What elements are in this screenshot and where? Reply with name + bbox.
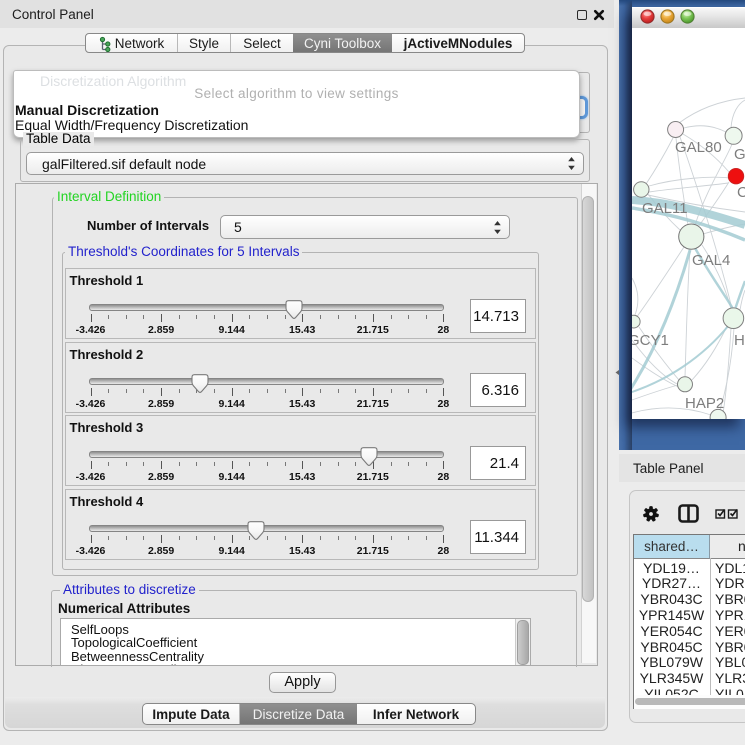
svg-text:C: C	[737, 184, 745, 201]
svg-text:GCY1: GCY1	[632, 332, 669, 349]
svg-text:GAL80: GAL80	[675, 139, 722, 156]
svg-text:H: H	[734, 332, 745, 349]
svg-text:GAL11: GAL11	[642, 200, 688, 217]
svg-text:GA: GA	[734, 146, 745, 163]
svg-text:HAP2: HAP2	[685, 395, 724, 412]
svg-text:GAL4: GAL4	[692, 252, 730, 269]
